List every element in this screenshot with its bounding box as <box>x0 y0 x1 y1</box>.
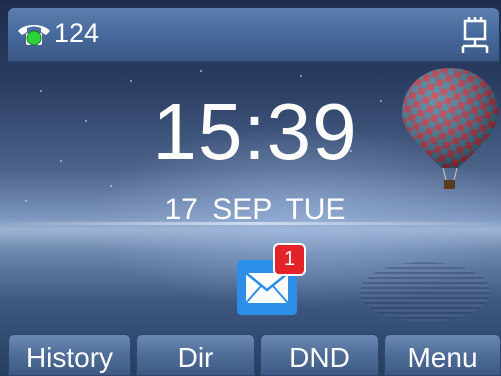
phone-screen: 124 15:39 17 SEP TUE 1 History Dir DND M… <box>0 0 501 376</box>
account-label: 124 <box>54 18 100 48</box>
unread-count-badge: 1 <box>273 243 306 276</box>
softkey-bar: History Dir DND Menu <box>8 334 501 376</box>
balloon-reflection <box>360 262 490 322</box>
wired-network-icon <box>461 17 489 53</box>
softkey-dnd[interactable]: DND <box>260 334 379 376</box>
phone-handset-icon <box>18 25 50 46</box>
softkey-dir[interactable]: Dir <box>136 334 255 376</box>
status-bar: 124 <box>8 8 499 62</box>
hot-air-balloon-image <box>402 68 498 189</box>
envelope-icon <box>245 272 289 304</box>
clock-date: 17 SEP TUE <box>164 193 346 226</box>
softkey-history[interactable]: History <box>8 334 131 376</box>
softkey-menu[interactable]: Menu <box>384 334 501 376</box>
clock-time: 15:39 <box>152 87 358 176</box>
